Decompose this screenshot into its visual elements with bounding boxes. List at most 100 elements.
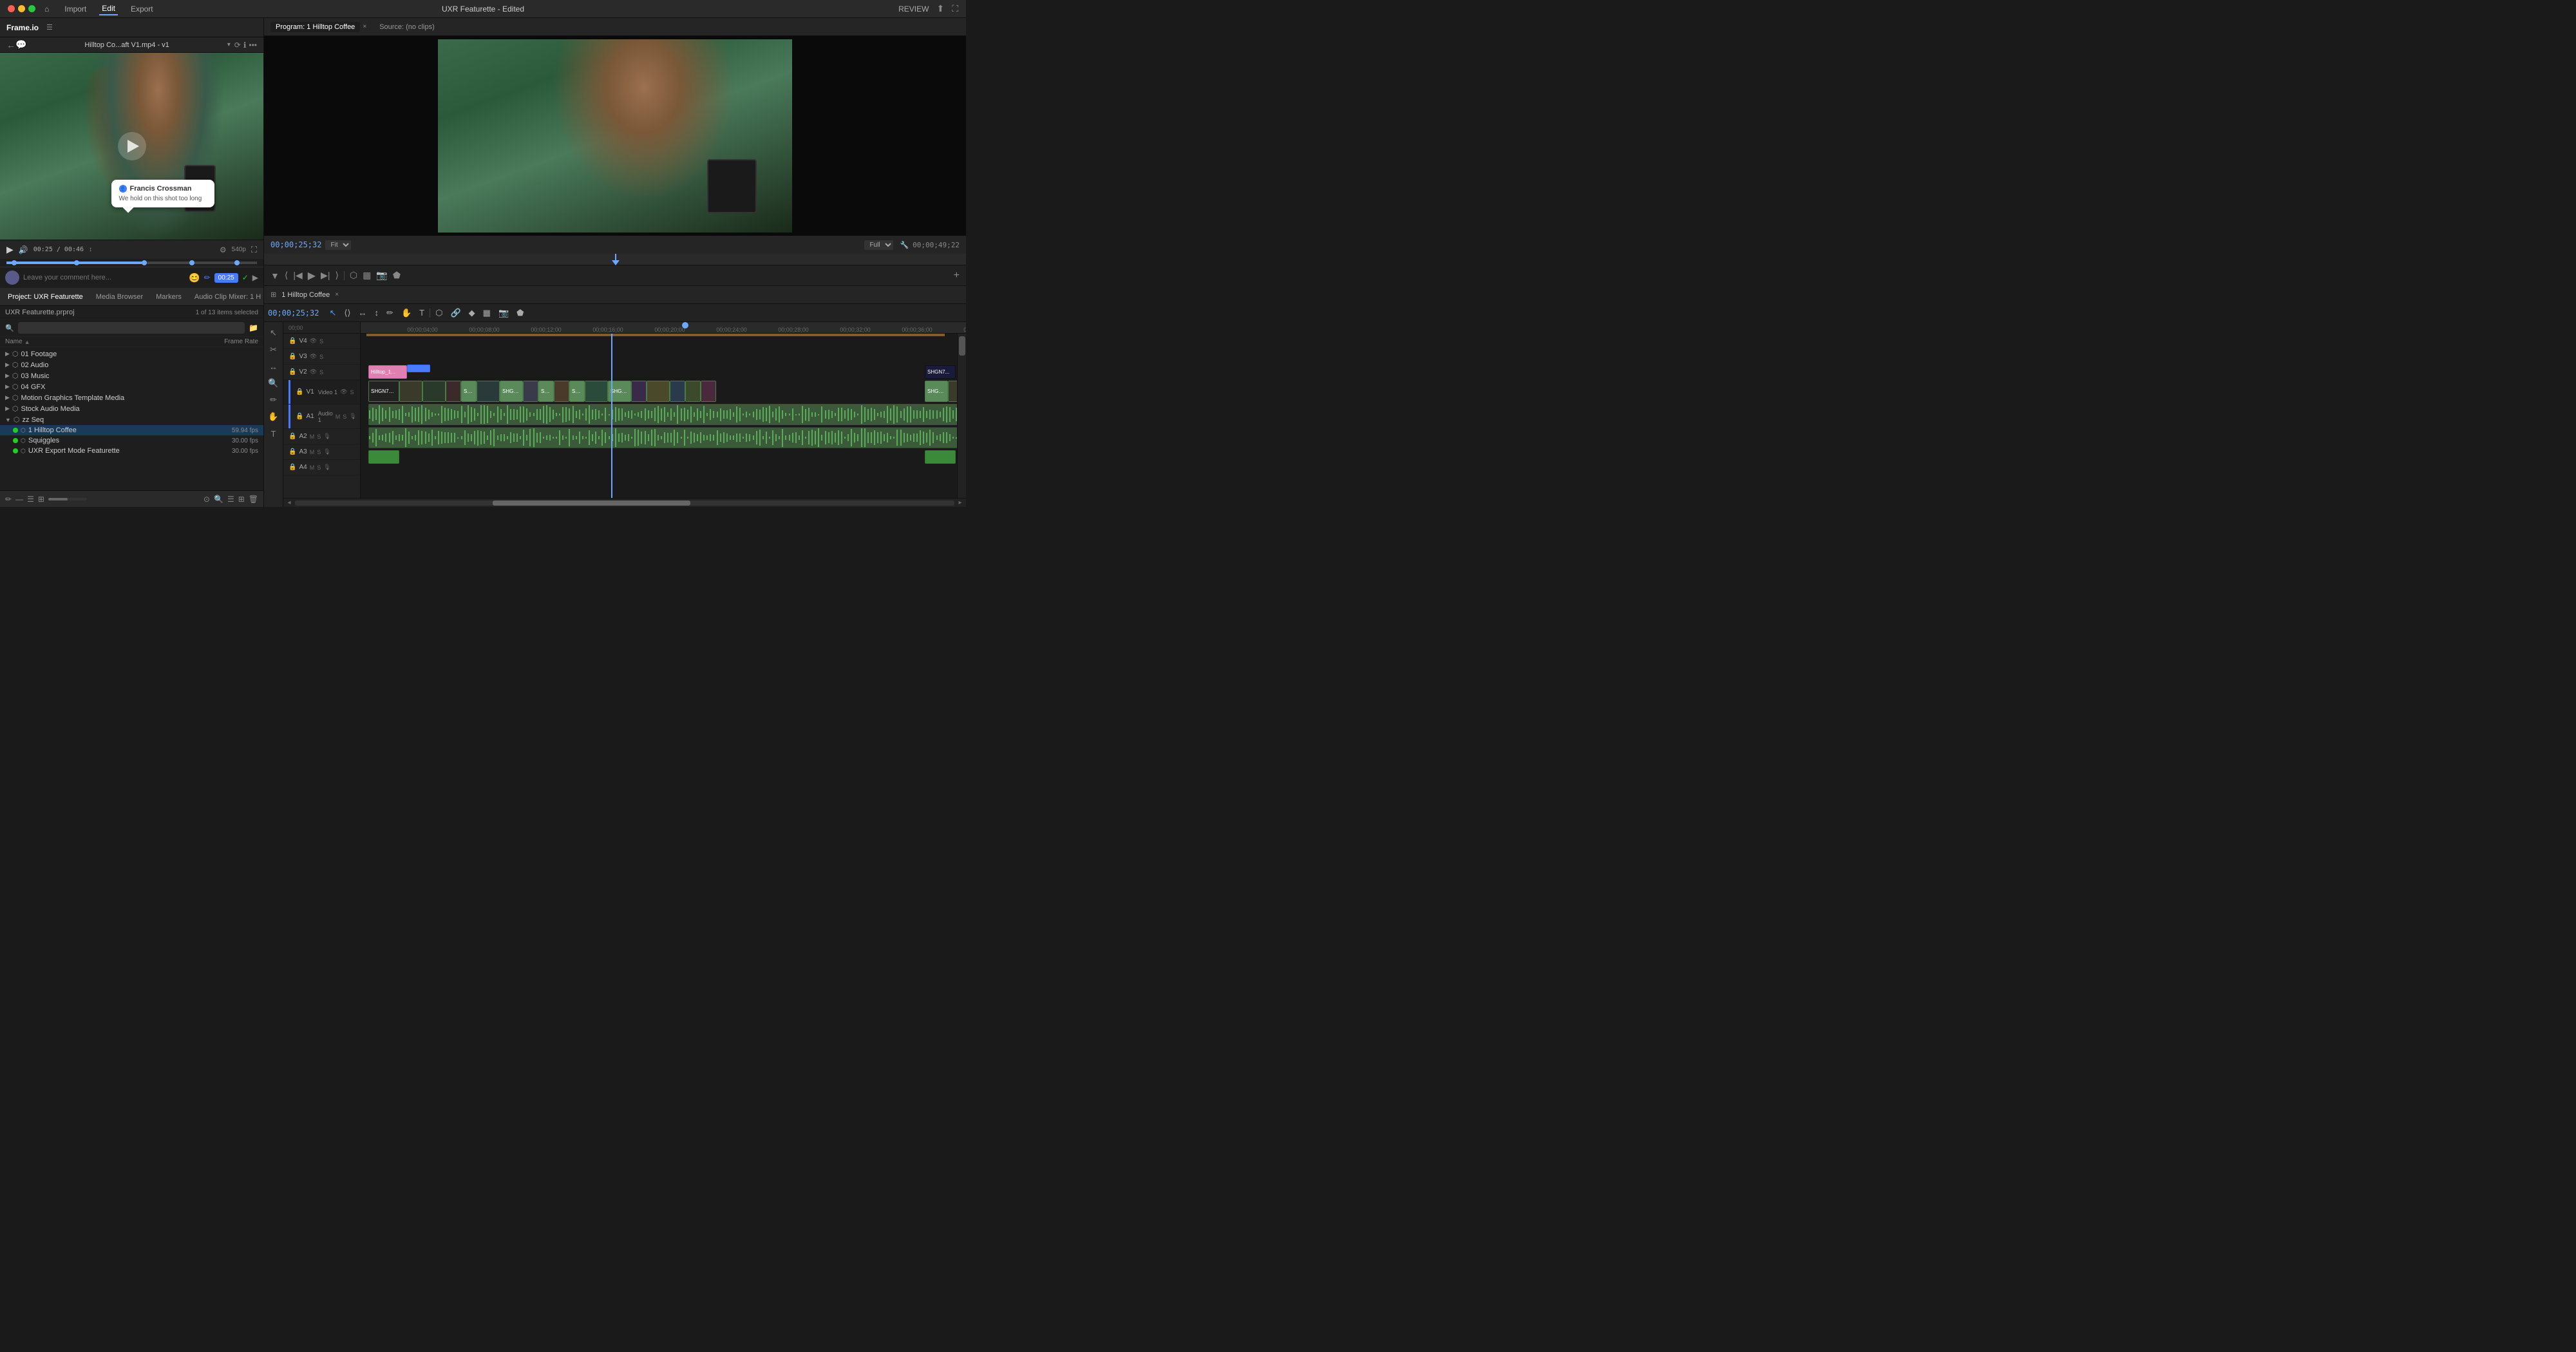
mute-a1[interactable]: M bbox=[336, 414, 341, 420]
tab-program-monitor[interactable]: Program: 1 Hilltop Coffee bbox=[270, 22, 360, 32]
timeline-ruler[interactable]: 00;00;04;00 00;00;08;00 00;00;12;00 00;0… bbox=[361, 322, 966, 334]
checkmark-icon[interactable]: ✓ bbox=[242, 273, 249, 282]
prev-edit-button[interactable]: |◀ bbox=[293, 270, 302, 281]
solo-v3[interactable]: S bbox=[319, 354, 323, 360]
folder-item-audio[interactable]: ▶ ⬡ 02 Audio bbox=[0, 359, 263, 370]
clip-v1-9[interactable] bbox=[647, 381, 670, 402]
folder-item-mgtm[interactable]: ▶ ⬡ Motion Graphics Template Media bbox=[0, 392, 263, 403]
play-stop-button[interactable]: ▶ bbox=[308, 269, 316, 282]
eye-v2[interactable]: 👁 bbox=[310, 368, 317, 376]
clip-a3-2[interactable] bbox=[925, 450, 956, 464]
clip-shg-1[interactable]: SHG... bbox=[461, 381, 477, 402]
slip-tool-button[interactable]: ↕ bbox=[372, 307, 382, 319]
insert-button[interactable]: ⬡ bbox=[350, 270, 357, 281]
pen-tool-button[interactable]: ✏ bbox=[384, 307, 396, 319]
folder-item-stock[interactable]: ▶ ⬡ Stock Audio Media bbox=[0, 403, 263, 414]
solo-a4[interactable]: S bbox=[317, 464, 321, 471]
mic-a4[interactable]: 🎙 bbox=[323, 464, 330, 471]
settings-button[interactable]: ⚙ bbox=[220, 245, 227, 254]
timeline-tab[interactable]: 1 Hilltop Coffee bbox=[281, 291, 330, 299]
tab-markers[interactable]: Markers bbox=[153, 292, 184, 302]
mark-in-button[interactable]: ▼ bbox=[270, 271, 279, 281]
tab-audio-mixer[interactable]: Audio Clip Mixer: 1 H bbox=[192, 292, 263, 302]
clip-v1-8[interactable] bbox=[631, 381, 647, 402]
clip-v1-4[interactable] bbox=[477, 381, 500, 402]
video-more-icon[interactable]: ••• bbox=[249, 41, 257, 50]
scrollbar-thumb[interactable] bbox=[959, 336, 965, 356]
clip-shgn-7[interactable]: SHGN7... bbox=[500, 381, 523, 402]
mic-a2[interactable]: 🎙 bbox=[323, 433, 330, 440]
timeline-scrollbar-v[interactable] bbox=[957, 334, 966, 498]
clip-v1-10[interactable] bbox=[670, 381, 685, 402]
sequence-item-hilltop[interactable]: ⬡ 1 Hilltop Coffee 59.94 fps bbox=[0, 425, 263, 435]
folder-new-icon[interactable]: 📁 bbox=[249, 323, 258, 332]
export-frame-tl-button[interactable]: 📷 bbox=[496, 307, 511, 319]
minimize-traffic-light[interactable] bbox=[18, 5, 25, 12]
eye-v1[interactable]: 👁 bbox=[340, 388, 347, 395]
grid-button[interactable]: ⊞ bbox=[238, 495, 245, 504]
folder-item-zzseq[interactable]: ▼ ⬡ zz Seq bbox=[0, 414, 263, 425]
clip-v1-12[interactable] bbox=[701, 381, 716, 402]
tab-source-monitor[interactable]: Source: (no clips) bbox=[374, 22, 440, 32]
add-track-button[interactable]: + bbox=[954, 270, 960, 281]
fullscreen-button[interactable]: ⛶ bbox=[251, 245, 257, 255]
quality-label[interactable]: 540p bbox=[232, 246, 246, 253]
search-button[interactable]: 🔍 bbox=[214, 495, 223, 504]
emoji-icon[interactable]: 😊 bbox=[189, 272, 200, 283]
clip-a3-1[interactable] bbox=[368, 450, 399, 464]
hand-btn[interactable]: ✋ bbox=[267, 410, 281, 424]
solo-a1[interactable]: S bbox=[343, 414, 346, 420]
video-progress-bar[interactable] bbox=[6, 262, 257, 264]
comment-toggle-icon[interactable]: 💬 bbox=[15, 39, 26, 50]
clip-shgn-500[interactable]: SHGN7_500... bbox=[368, 381, 399, 402]
eye-v4[interactable]: 👁 bbox=[310, 338, 317, 345]
clip-v1-5[interactable] bbox=[523, 381, 538, 402]
tools-button[interactable]: ↖ bbox=[267, 326, 281, 340]
nav-import[interactable]: Import bbox=[62, 3, 89, 15]
play-button[interactable] bbox=[118, 132, 146, 160]
clip-shgn-9[interactable]: SHGN7... bbox=[569, 381, 585, 402]
wrench-icon[interactable]: 🔧 bbox=[900, 241, 909, 249]
clip-v1-2[interactable] bbox=[422, 381, 446, 402]
new-item-button[interactable]: ✏ bbox=[5, 495, 12, 504]
clip-v1-11[interactable] bbox=[685, 381, 701, 402]
search-input[interactable] bbox=[18, 322, 245, 334]
solo-v1[interactable]: S bbox=[350, 389, 354, 395]
solo-a2[interactable]: S bbox=[317, 433, 321, 440]
draw-icon[interactable]: ✏ bbox=[204, 273, 211, 282]
scrollbar-thumb-h[interactable] bbox=[493, 500, 690, 506]
video-chevron[interactable]: ▾ bbox=[227, 41, 231, 48]
clip-v2-shgn[interactable]: SHGN7... bbox=[925, 365, 956, 379]
solo-v2[interactable]: S bbox=[319, 369, 323, 376]
tab-media-browser[interactable]: Media Browser bbox=[93, 292, 146, 302]
mic-a1[interactable]: 🎙 bbox=[349, 413, 356, 420]
nav-export[interactable]: Export bbox=[128, 3, 156, 15]
icon-view-button[interactable]: ☰ bbox=[27, 495, 34, 504]
comment-input[interactable] bbox=[23, 274, 185, 281]
quality-selector[interactable]: Full bbox=[864, 240, 893, 250]
select-tool-button[interactable]: ↖ bbox=[327, 307, 339, 319]
zoom-in-btn[interactable]: 🔍 bbox=[267, 376, 281, 390]
clip-v2-blue1[interactable] bbox=[407, 365, 430, 372]
text-btn[interactable]: T bbox=[267, 426, 281, 441]
clip-v1-7[interactable] bbox=[585, 381, 608, 402]
step-forward-button[interactable]: ⟩ bbox=[335, 270, 338, 281]
delete-button[interactable]: 🗑 bbox=[249, 495, 258, 504]
pen-btn[interactable]: ✏ bbox=[267, 393, 281, 407]
linked-button[interactable]: 🔗 bbox=[448, 307, 463, 319]
nav-edit[interactable]: Edit bbox=[99, 3, 118, 15]
expand-icon[interactable]: ⛶ bbox=[952, 3, 958, 14]
close-timeline-tab[interactable]: × bbox=[335, 291, 339, 298]
nav-home[interactable]: ⌂ bbox=[42, 3, 52, 15]
sequence-item-uxr[interactable]: ⬡ UXR Export Mode Featurette 30.00 fps bbox=[0, 446, 263, 456]
list-view-button[interactable]: — bbox=[15, 495, 23, 504]
clip-v1-6[interactable] bbox=[554, 381, 569, 402]
clip-shgn-8[interactable]: SHG... bbox=[538, 381, 554, 402]
video-info-icon[interactable]: ℹ bbox=[243, 41, 247, 50]
scroll-right-btn[interactable]: ▸ bbox=[956, 499, 965, 508]
folder-item-gfx[interactable]: ▶ ⬡ 04 GFX bbox=[0, 381, 263, 392]
video-sync-icon[interactable]: ⟳ bbox=[234, 41, 241, 50]
ripple-tool-button[interactable]: ↔ bbox=[356, 307, 370, 319]
export-frame-button[interactable]: 📷 bbox=[376, 270, 387, 281]
mic-a3[interactable]: 🎙 bbox=[323, 448, 330, 455]
